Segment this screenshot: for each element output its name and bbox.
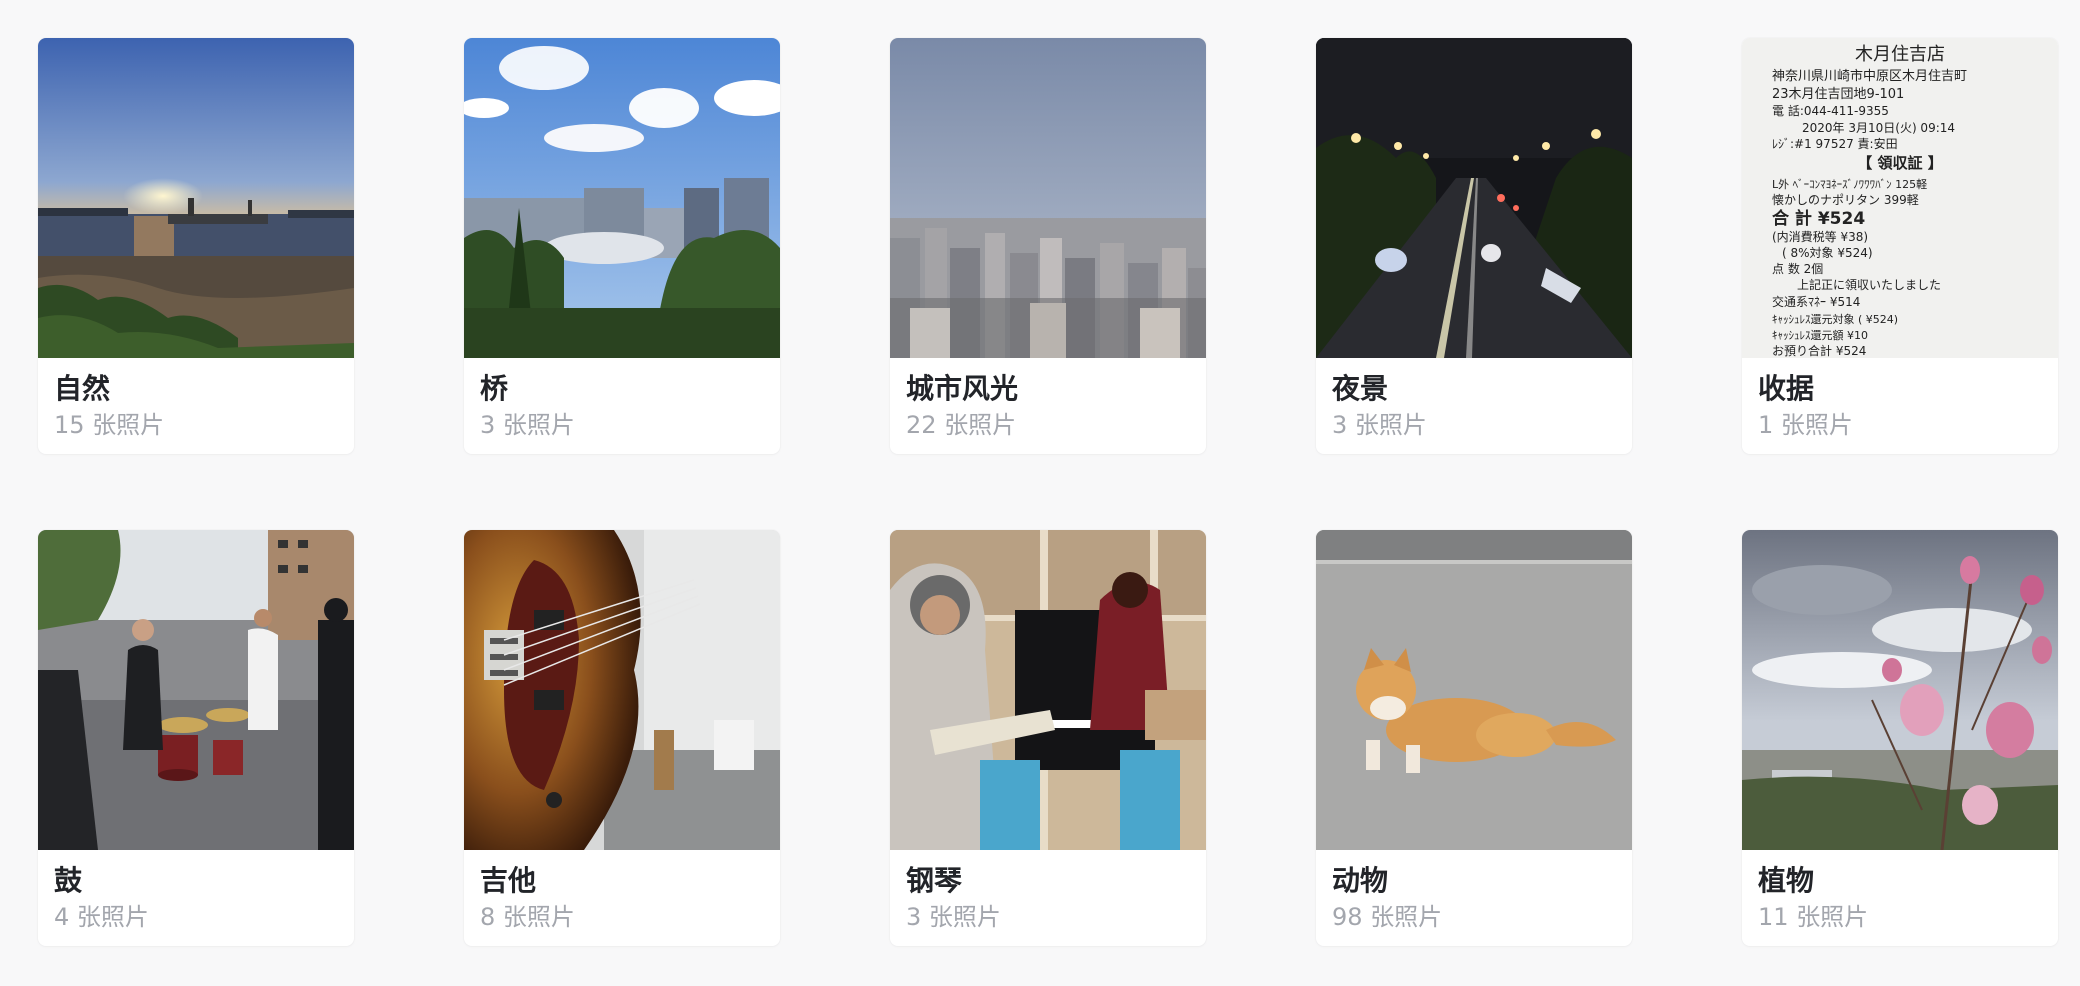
album-thumbnail: [38, 530, 354, 850]
receipt-line: 23木月住吉団地9-101: [1772, 87, 1904, 102]
receipt-line: ｷｬｯｼｭﾚｽ還元対象 ( ¥524): [1772, 312, 1898, 326]
receipt-line: お預り合計 ¥524: [1772, 343, 1866, 358]
receipt-line: ﾚｼﾞ:#1 97527 責:安田: [1772, 136, 1898, 151]
album-photo-count: 98 张照片: [1332, 903, 1443, 931]
album-card-bridge[interactable]: 桥 3 张照片: [464, 38, 780, 454]
album-title: 鼓: [54, 864, 83, 897]
album-card-plants[interactable]: 植物 11 张照片: [1742, 530, 2058, 946]
receipt-line: 交通系ﾏﾈｰ ¥514: [1772, 294, 1860, 309]
receipt-line: L外 ﾍﾞｰｺﾝﾏﾖﾈｰｽﾞﾉﾜﾜﾜﾊﾞﾝ 125軽: [1772, 178, 1927, 191]
album-title: 植物: [1758, 864, 1815, 897]
album-title: 钢琴: [906, 864, 963, 897]
album-thumbnail: 木月住吉店 神奈川県川崎市中原区木月住吉町 23木月住吉団地9-101 電 話:…: [1742, 38, 2058, 358]
album-card-night-scene[interactable]: 夜景 3 张照片: [1316, 38, 1632, 454]
album-grid: 自然 15 张照片 桥 3 张照片 城市风光 22 张照片 夜景 3 张照片 木…: [0, 0, 2080, 986]
album-thumbnail: [464, 38, 780, 358]
album-thumbnail: [890, 38, 1206, 358]
album-title: 动物: [1332, 864, 1389, 897]
album-thumbnail: [464, 530, 780, 850]
album-title: 城市风光: [906, 372, 1019, 405]
album-photo-count: 3 张照片: [1332, 411, 1427, 439]
album-title: 自然: [54, 372, 111, 405]
album-thumbnail: [1316, 38, 1632, 358]
album-card-guitar[interactable]: 吉他 8 张照片: [464, 530, 780, 946]
receipt-line: 上記正に領収いたしました: [1797, 277, 1941, 292]
receipt-line: 合 計 ¥524: [1772, 208, 1865, 229]
album-photo-count: 1 张照片: [1758, 411, 1853, 439]
receipt-line: ｷｬｯｼｭﾚｽ還元額 ¥10: [1772, 329, 1868, 342]
album-thumbnail: [890, 530, 1206, 850]
album-card-receipt[interactable]: 木月住吉店 神奈川県川崎市中原区木月住吉町 23木月住吉団地9-101 電 話:…: [1742, 38, 2058, 454]
album-photo-count: 22 张照片: [906, 411, 1017, 439]
album-card-piano[interactable]: 钢琴 3 张照片: [890, 530, 1206, 946]
album-title: 桥: [480, 372, 509, 405]
album-photo-count: 8 张照片: [480, 903, 575, 931]
album-card-drums[interactable]: 鼓 4 张照片: [38, 530, 354, 946]
receipt-line: 点 数 2個: [1772, 261, 1823, 276]
album-title: 收据: [1758, 372, 1815, 405]
receipt-line: 電 話:044-411-9355: [1772, 103, 1889, 118]
receipt-line: 懐かしのナポリタン 399軽: [1772, 193, 1919, 207]
album-photo-count: 4 张照片: [54, 903, 149, 931]
album-photo-count: 11 张照片: [1758, 903, 1869, 931]
album-thumbnail: [1316, 530, 1632, 850]
receipt-line: 2020年 3月10日(火) 09:14: [1802, 121, 1955, 135]
album-photo-count: 3 张照片: [906, 903, 1001, 931]
album-title: 夜景: [1332, 372, 1389, 405]
receipt-line: 【 領収証 】: [1857, 154, 1942, 172]
album-card-cityscape[interactable]: 城市风光 22 张照片: [890, 38, 1206, 454]
receipt-line: (内消費税等 ¥38): [1772, 229, 1868, 244]
album-card-nature[interactable]: 自然 15 张照片: [38, 38, 354, 454]
album-title: 吉他: [480, 864, 537, 897]
receipt-line: ( 8%対象 ¥524): [1782, 246, 1873, 260]
album-thumbnail: [38, 38, 354, 358]
album-card-animals[interactable]: 动物 98 张照片: [1316, 530, 1632, 946]
receipt-line: 木月住吉店: [1855, 44, 1945, 65]
album-photo-count: 3 张照片: [480, 411, 575, 439]
receipt-line: 神奈川県川崎市中原区木月住吉町: [1772, 68, 1967, 84]
album-photo-count: 15 张照片: [54, 411, 165, 439]
album-thumbnail: [1742, 530, 2058, 850]
